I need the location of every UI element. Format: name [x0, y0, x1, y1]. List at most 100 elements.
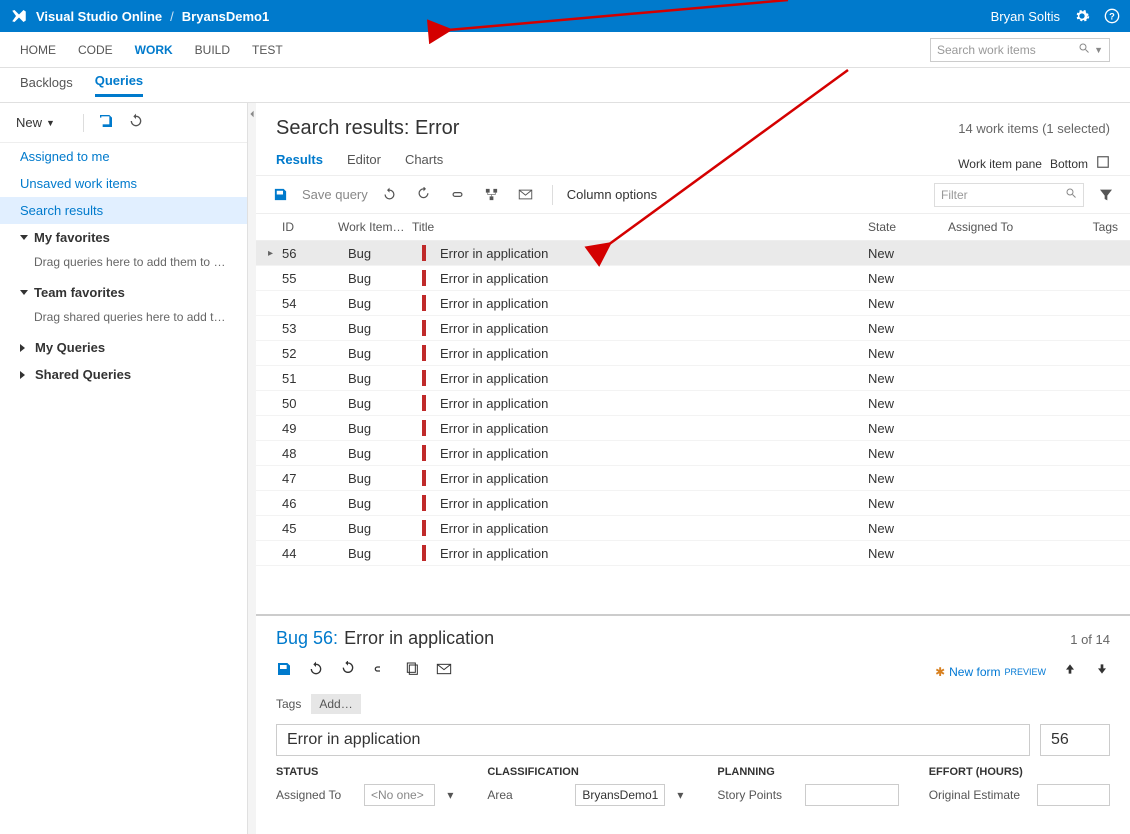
- link-icon[interactable]: [446, 183, 470, 207]
- hub-build[interactable]: BUILD: [195, 43, 230, 57]
- col-title[interactable]: Title: [412, 220, 868, 234]
- redo-icon[interactable]: [412, 183, 436, 207]
- table-row[interactable]: 44BugError in applicationNew: [256, 541, 1130, 566]
- arrow-up-icon[interactable]: [1062, 661, 1078, 682]
- table-row[interactable]: 53BugError in applicationNew: [256, 316, 1130, 341]
- pane-value[interactable]: Bottom: [1050, 157, 1088, 171]
- col-assigned[interactable]: Assigned To: [948, 220, 1068, 234]
- status-header: STATUS: [276, 766, 457, 778]
- filter-input[interactable]: Filter: [934, 183, 1084, 207]
- assigned-to-input[interactable]: <No one>: [364, 784, 435, 806]
- new-form-label: New form: [949, 665, 1000, 679]
- tab-charts[interactable]: Charts: [405, 152, 443, 175]
- table-row[interactable]: ▸56BugError in applicationNew: [256, 241, 1130, 266]
- add-tag-button[interactable]: Add…: [311, 694, 360, 714]
- email-icon[interactable]: [436, 661, 452, 682]
- save-icon[interactable]: [276, 661, 292, 682]
- title-input[interactable]: Error in application: [276, 724, 1030, 756]
- main: Search results: Error 14 work items (1 s…: [256, 103, 1130, 834]
- sidebar-section-shared-queries[interactable]: Shared Queries: [0, 361, 247, 388]
- sidebar-item-assigned[interactable]: Assigned to me: [0, 143, 247, 170]
- refresh-icon[interactable]: [378, 183, 402, 207]
- title-row: Error in application 56: [276, 724, 1110, 756]
- chevron-down-icon[interactable]: ▾: [443, 788, 457, 802]
- planning-header: PLANNING: [717, 766, 898, 778]
- col-state[interactable]: State: [868, 220, 948, 234]
- brand-link[interactable]: Visual Studio Online: [36, 9, 162, 24]
- search-work-items-input[interactable]: Search work items ▼: [930, 38, 1110, 62]
- col-tags[interactable]: Tags: [1068, 220, 1118, 234]
- pane-label: Work item pane: [958, 157, 1042, 171]
- hub-home[interactable]: HOME: [20, 43, 56, 57]
- story-points-input[interactable]: [805, 784, 898, 806]
- effort-header: EFFORT (HOURS): [929, 766, 1110, 778]
- project-link[interactable]: BryansDemo1: [182, 9, 269, 24]
- my-favorites-hint: Drag queries here to add them to y…: [0, 251, 247, 279]
- tab-results[interactable]: Results: [276, 152, 323, 175]
- label: My Queries: [35, 340, 105, 355]
- save-icon[interactable]: [268, 183, 292, 207]
- label: My favorites: [34, 230, 110, 245]
- hubs: HOME CODE WORK BUILD TEST Search work it…: [0, 32, 1130, 68]
- table-row[interactable]: 55BugError in applicationNew: [256, 266, 1130, 291]
- hub-code[interactable]: CODE: [78, 43, 113, 57]
- refresh-icon[interactable]: [308, 661, 324, 682]
- sidebar-item-unsaved[interactable]: Unsaved work items: [0, 170, 247, 197]
- refresh-icon[interactable]: [128, 113, 144, 132]
- table-row[interactable]: 45BugError in applicationNew: [256, 516, 1130, 541]
- gear-icon[interactable]: [1074, 8, 1090, 24]
- hub-test[interactable]: TEST: [252, 43, 283, 57]
- save-query-label: Save query: [302, 187, 368, 202]
- col-type[interactable]: Work Item…: [338, 220, 412, 234]
- table-row[interactable]: 49BugError in applicationNew: [256, 416, 1130, 441]
- value: <No one>: [371, 788, 424, 802]
- copy-icon[interactable]: [404, 661, 420, 682]
- user-name[interactable]: Bryan Soltis: [991, 9, 1060, 24]
- new-button[interactable]: New ▼: [16, 115, 55, 130]
- sidebar-section-team-favorites[interactable]: Team favorites: [0, 279, 247, 306]
- main-tabs: Results Editor Charts Work item pane Bot…: [256, 146, 1130, 176]
- sidebar-item-search[interactable]: Search results: [0, 197, 247, 224]
- table-row[interactable]: 47BugError in applicationNew: [256, 466, 1130, 491]
- area-input[interactable]: BryansDemo1: [575, 784, 665, 806]
- divider: [83, 114, 84, 132]
- fullscreen-icon[interactable]: [1096, 155, 1110, 172]
- email-icon[interactable]: [514, 183, 538, 207]
- query-toolbar: Save query Column options Filter: [256, 176, 1130, 214]
- tree-icon[interactable]: [480, 183, 504, 207]
- save-all-icon[interactable]: [98, 113, 114, 132]
- table-row[interactable]: 54BugError in applicationNew: [256, 291, 1130, 316]
- tab-backlogs[interactable]: Backlogs: [20, 75, 73, 96]
- table-row[interactable]: 46BugError in applicationNew: [256, 491, 1130, 516]
- link-icon[interactable]: [372, 661, 388, 682]
- original-estimate-input[interactable]: [1037, 784, 1110, 806]
- chevron-down-icon[interactable]: ▾: [673, 788, 687, 802]
- help-icon[interactable]: ?: [1104, 8, 1120, 24]
- arrow-down-icon[interactable]: [1094, 661, 1110, 682]
- breadcrumb-separator: /: [170, 9, 174, 24]
- tags-row: Tags Add…: [276, 694, 1110, 714]
- table-row[interactable]: 51BugError in applicationNew: [256, 366, 1130, 391]
- story-points-label: Story Points: [717, 788, 797, 802]
- table-row[interactable]: 52BugError in applicationNew: [256, 341, 1130, 366]
- page-title: Search results: Error: [276, 117, 459, 140]
- undo-icon[interactable]: [340, 661, 356, 682]
- chevron-down-icon: ▼: [46, 118, 55, 128]
- col-id[interactable]: ID: [268, 220, 338, 234]
- divider: [552, 185, 553, 205]
- svg-text:?: ?: [1109, 11, 1115, 21]
- preview-badge: PREVIEW: [1004, 667, 1046, 677]
- table-row[interactable]: 48BugError in applicationNew: [256, 441, 1130, 466]
- new-form-link[interactable]: ✱ New form PREVIEW: [935, 665, 1046, 679]
- sidebar-section-my-queries[interactable]: My Queries: [0, 334, 247, 361]
- filter-icon[interactable]: [1094, 183, 1118, 207]
- hub-work[interactable]: WORK: [135, 43, 173, 57]
- tab-editor[interactable]: Editor: [347, 152, 381, 175]
- tab-queries[interactable]: Queries: [95, 73, 143, 97]
- tags-label: Tags: [276, 697, 301, 711]
- filter-placeholder: Filter: [941, 188, 968, 202]
- table-row[interactable]: 50BugError in applicationNew: [256, 391, 1130, 416]
- column-options-link[interactable]: Column options: [567, 187, 657, 202]
- splitter[interactable]: [248, 103, 256, 834]
- sidebar-section-my-favorites[interactable]: My favorites: [0, 224, 247, 251]
